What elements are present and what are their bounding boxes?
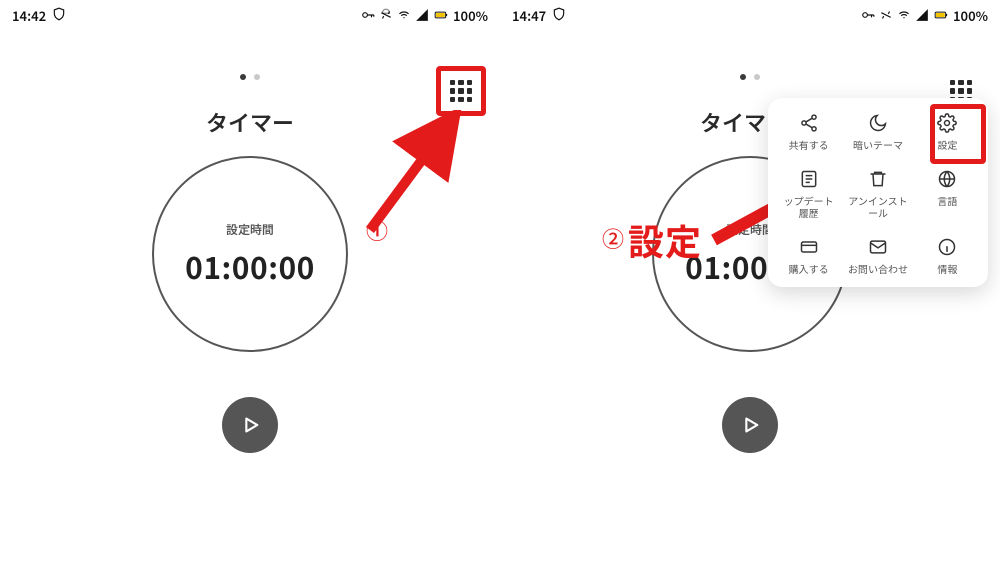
menu-item-language[interactable]: 言語 [913, 164, 982, 224]
overflow-menu: 共有する 暗いテーマ 設定 ップデート 履歴 アンインスト ール 言語 購入する [768, 98, 988, 287]
menu-item-label: 情報 [937, 263, 957, 276]
status-right: 100% [861, 6, 988, 25]
menu-item-label: アンインスト ール [848, 195, 907, 220]
menu-item-contact[interactable]: お問い合わせ [843, 232, 912, 280]
info-icon [936, 236, 958, 258]
timer-value: 01:00:00 [185, 244, 315, 288]
menu-item-label: 購入する [789, 263, 829, 276]
page-dot[interactable] [740, 74, 746, 80]
menu-item-label: お問い合わせ [848, 263, 908, 276]
menu-item-dark-theme[interactable]: 暗いテーマ [843, 108, 912, 156]
play-icon [739, 414, 761, 436]
moon-icon [867, 112, 889, 134]
vpn-key-icon [361, 8, 375, 22]
clock-text: 14:47 [512, 6, 546, 25]
page-dot[interactable] [240, 74, 246, 80]
annotation-step-1: ① [366, 214, 388, 246]
status-bar: 14:47 100% [500, 0, 1000, 30]
gear-icon [936, 112, 958, 134]
annotation-step-2: ② [602, 222, 624, 254]
share-icon [798, 112, 820, 134]
menu-item-label: 設定 [937, 139, 957, 152]
annotation-label: 設定 [628, 214, 702, 266]
shield-icon [52, 6, 66, 25]
signal-icon [415, 8, 429, 22]
menu-item-purchase[interactable]: 購入する [774, 232, 843, 280]
screenshot-left: 14:42 100% タイマー 設定時間 01:00:00 [0, 0, 500, 563]
play-button[interactable] [722, 397, 778, 453]
credit-card-icon [798, 236, 820, 258]
timer-label: 設定時間 [226, 221, 274, 238]
menu-item-label: 共有する [789, 139, 829, 152]
apps-grid-icon [450, 80, 472, 102]
status-left: 14:47 [512, 6, 566, 25]
page-title: タイマー [0, 106, 500, 138]
shield-icon [552, 6, 566, 25]
screenshot-right: 14:47 100% タイマー 設定時間 01:00:00 [500, 0, 1000, 563]
menu-item-info[interactable]: 情報 [913, 232, 982, 280]
timer-label: 設定時間 [726, 221, 774, 238]
vpn-key-icon [861, 8, 875, 22]
menu-item-label: ップデート 履歴 [784, 195, 834, 220]
battery-percent: 100% [453, 6, 488, 25]
battery-icon [433, 8, 449, 22]
mail-icon [867, 236, 889, 258]
globe-icon [936, 168, 958, 190]
status-bar: 14:42 100% [0, 0, 500, 30]
timer-wrap: 設定時間 01:00:00 [0, 156, 500, 352]
menu-item-uninstall[interactable]: アンインスト ール [843, 164, 912, 224]
page-dot[interactable] [754, 74, 760, 80]
wifi-icon [897, 8, 911, 22]
apps-menu-button[interactable] [444, 74, 478, 108]
timer-circle[interactable]: 設定時間 01:00:00 [152, 156, 348, 352]
battery-icon [933, 8, 949, 22]
signal-icon [915, 8, 929, 22]
menu-item-label: 言語 [937, 195, 957, 208]
wifi-icon [397, 8, 411, 22]
history-list-icon [798, 168, 820, 190]
status-right: 100% [361, 6, 488, 25]
play-button[interactable] [222, 397, 278, 453]
menu-item-settings[interactable]: 設定 [913, 108, 982, 156]
vibrate-icon [379, 8, 393, 22]
menu-item-label: 暗いテーマ [853, 139, 903, 152]
menu-item-share[interactable]: 共有する [774, 108, 843, 156]
battery-percent: 100% [953, 6, 988, 25]
trash-icon [867, 168, 889, 190]
clock-text: 14:42 [12, 6, 46, 25]
play-icon [239, 414, 261, 436]
status-left: 14:42 [12, 6, 66, 25]
vibrate-icon [879, 8, 893, 22]
menu-item-update-history[interactable]: ップデート 履歴 [774, 164, 843, 224]
page-dots [0, 74, 500, 80]
page-dot[interactable] [254, 74, 260, 80]
page-dots [500, 74, 1000, 80]
